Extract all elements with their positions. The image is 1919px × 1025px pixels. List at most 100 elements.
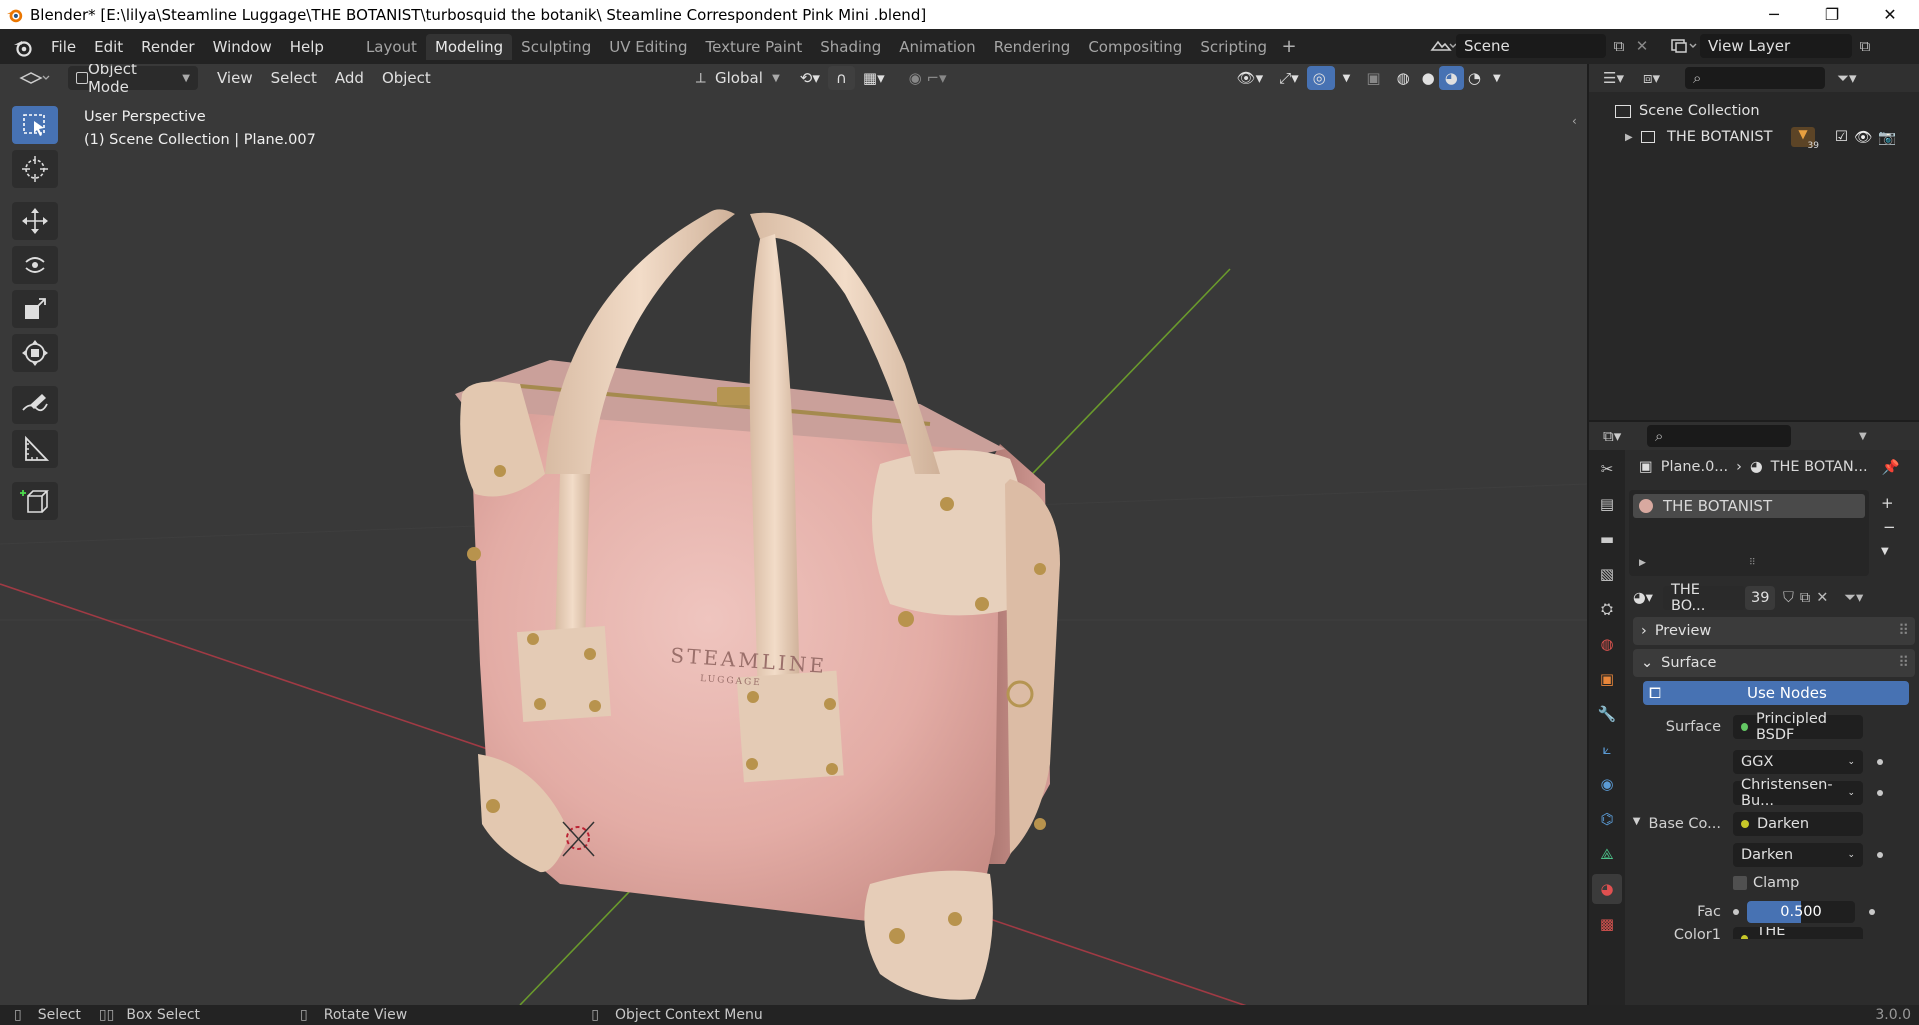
minimize-button[interactable]: ─	[1745, 0, 1803, 29]
expand-arrow-icon[interactable]: ▶	[1625, 132, 1641, 143]
clamp-checkbox[interactable]	[1733, 876, 1747, 890]
tab-view-layer[interactable]: ▧	[1592, 559, 1622, 589]
outliner-scene-collection[interactable]: Scene Collection	[1589, 98, 1919, 124]
viewport-menu-select[interactable]: Select	[262, 65, 326, 91]
remove-slot-button[interactable]: −	[1883, 518, 1896, 536]
menu-edit[interactable]: Edit	[85, 34, 132, 60]
new-scene-icon[interactable]: ⧉	[1606, 37, 1632, 55]
menu-file[interactable]: File	[42, 34, 85, 60]
shading-rendered[interactable]: ◔	[1464, 66, 1485, 90]
material-users-button[interactable]: 39	[1745, 585, 1775, 610]
view-layer-icon[interactable]	[1668, 34, 1700, 58]
pivot-point-button[interactable]: ⟲▾	[792, 66, 828, 90]
material-browse-icon[interactable]: ◕▾	[1633, 590, 1663, 606]
view-layer-field[interactable]: View Layer	[1700, 34, 1852, 58]
sidebar-toggle-icon[interactable]: ‹	[1572, 114, 1577, 128]
tab-modifiers[interactable]: 🔧	[1592, 699, 1622, 729]
tab-physics[interactable]: ◉	[1592, 769, 1622, 799]
measure-tool[interactable]	[12, 430, 58, 468]
material-name-field[interactable]: THE BO...	[1663, 582, 1745, 614]
tab-particles[interactable]: ⟀	[1592, 734, 1622, 764]
transform-orientation-dropdown[interactable]: ⟂ Global ▼	[688, 66, 788, 90]
object-filter-icon[interactable]: ▼ 39	[1791, 127, 1819, 151]
tab-layout[interactable]: Layout	[357, 34, 426, 60]
surface-shader-field[interactable]: Principled BSDF	[1733, 711, 1863, 743]
camera-icon[interactable]: 📷	[1878, 129, 1896, 146]
material-slot-row[interactable]: THE BOTANIST	[1633, 494, 1865, 518]
keyframe-dot-icon[interactable]	[1877, 789, 1883, 796]
resize-grip-icon[interactable]: ⠿	[1749, 558, 1756, 568]
menu-help[interactable]: Help	[281, 34, 333, 60]
keyframe-dot-icon[interactable]	[1877, 851, 1883, 858]
xray-toggle[interactable]: ▣	[1358, 66, 1388, 90]
filter-icon[interactable]: ⏷▾	[1844, 590, 1863, 606]
scale-tool[interactable]	[12, 290, 58, 328]
object-mode-dropdown[interactable]: Object Mode ▼	[68, 64, 198, 96]
blend-mode-dropdown[interactable]: Darken ⌄	[1733, 842, 1863, 867]
material-slot-list[interactable]: THE BOTANIST ▶ ⠿	[1629, 490, 1869, 576]
tab-object[interactable]: ▣	[1592, 664, 1622, 694]
annotate-tool[interactable]	[12, 386, 58, 424]
eye-icon[interactable]: 👁	[1854, 129, 1872, 146]
expand-arrow-icon[interactable]: ▶	[1639, 558, 1646, 568]
properties-editor-icon[interactable]: ⧉▾	[1603, 427, 1637, 445]
tab-output[interactable]: ▬	[1592, 524, 1622, 554]
delete-scene-icon[interactable]: ✕	[1632, 37, 1652, 55]
scene-icon[interactable]	[1428, 34, 1456, 58]
snap-toggle[interactable]: ∩	[827, 66, 855, 90]
transform-tool[interactable]	[12, 334, 58, 372]
menu-render[interactable]: Render	[132, 34, 203, 60]
new-view-layer-icon[interactable]: ⧉	[1852, 37, 1878, 55]
outliner-collection-row[interactable]: ▶ THE BOTANIST ▼ 39 ☑ 👁 📷	[1589, 124, 1919, 151]
editor-type-button[interactable]	[10, 66, 60, 90]
base-color-link-field[interactable]: Darken	[1733, 811, 1863, 836]
tab-shading[interactable]: Shading	[811, 34, 890, 60]
scene-name-field[interactable]: Scene	[1456, 34, 1606, 58]
keyframe-dot-icon[interactable]	[1869, 908, 1875, 915]
collapse-arrow-icon[interactable]: ▼	[1633, 816, 1641, 832]
add-slot-button[interactable]: +	[1881, 494, 1894, 512]
tab-uv-editing[interactable]: UV Editing	[600, 34, 696, 60]
outliner-search-input[interactable]: ⌕	[1685, 67, 1825, 89]
tab-sculpting[interactable]: Sculpting	[512, 34, 600, 60]
overlays-dropdown[interactable]: ▼	[1335, 66, 1359, 90]
fac-slider[interactable]: 0.500	[1747, 900, 1855, 923]
duplicate-material-icon[interactable]: ⧉	[1800, 590, 1810, 606]
shading-dropdown[interactable]: ▼	[1485, 66, 1509, 90]
maximize-button[interactable]: ❐	[1803, 0, 1861, 29]
outliner-editor-icon[interactable]: ☰▾	[1603, 69, 1637, 87]
keyframe-dot-icon[interactable]	[1877, 758, 1883, 765]
add-cube-tool[interactable]	[12, 482, 58, 520]
drag-handle-icon[interactable]: ⠿	[1898, 655, 1909, 671]
visibility-button[interactable]: 👁▾	[1229, 66, 1272, 90]
tab-texture-paint[interactable]: Texture Paint	[696, 34, 811, 60]
color1-link-field[interactable]: THE BOTANIST	[1733, 927, 1863, 939]
display-mode-icon[interactable]: ⧈▾	[1643, 69, 1677, 87]
exclude-checkbox-icon[interactable]: ☑	[1835, 129, 1848, 145]
use-nodes-button[interactable]: ⧠ Use Nodes	[1643, 681, 1909, 705]
filter-icon[interactable]: ⏷▾	[1837, 69, 1857, 87]
select-box-tool[interactable]	[12, 106, 58, 144]
tab-render[interactable]: ▤	[1592, 489, 1622, 519]
slot-menu-icon[interactable]: ▼	[1881, 546, 1889, 557]
shading-wireframe[interactable]: ◍	[1389, 66, 1418, 90]
unlink-material-icon[interactable]: ✕	[1816, 590, 1828, 606]
tab-compositing[interactable]: Compositing	[1079, 34, 1191, 60]
tab-rendering[interactable]: Rendering	[985, 34, 1080, 60]
tab-modeling[interactable]: Modeling	[425, 33, 513, 60]
shading-solid[interactable]: ●	[1418, 66, 1439, 90]
preview-panel-header[interactable]: › Preview ⠿	[1633, 617, 1915, 645]
tab-scripting[interactable]: Scripting	[1191, 34, 1276, 60]
shading-material[interactable]: ◕	[1438, 66, 1464, 90]
surface-panel-header[interactable]: ⌄ Surface ⠿	[1633, 649, 1915, 677]
drag-handle-icon[interactable]: ⠿	[1898, 623, 1909, 639]
subsurface-method-dropdown[interactable]: Christensen-Bu... ⌄	[1733, 777, 1863, 809]
move-tool[interactable]	[12, 202, 58, 240]
overlays-toggle[interactable]: ◎	[1306, 66, 1335, 90]
chevron-down-icon[interactable]: ▼	[1859, 431, 1867, 442]
rotate-tool[interactable]	[12, 246, 58, 284]
properties-search-input[interactable]: ⌕	[1647, 425, 1791, 447]
blender-logo-icon[interactable]	[12, 36, 34, 58]
tab-constraints[interactable]: ⌬	[1592, 804, 1622, 834]
viewport-menu-object[interactable]: Object	[373, 65, 440, 91]
